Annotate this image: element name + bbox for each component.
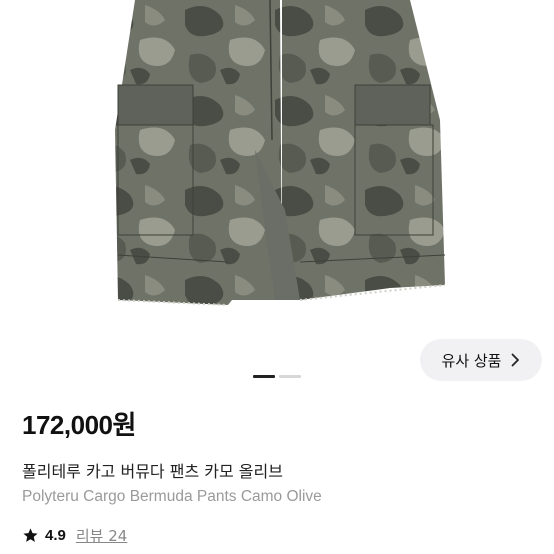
- rating-value: 4.9: [45, 527, 66, 544]
- product-price: 172,000원: [22, 410, 136, 440]
- similar-products-label: 유사 상품: [441, 351, 502, 370]
- gallery-dot[interactable]: [279, 375, 301, 378]
- shorts-illustration: [115, 0, 446, 306]
- gallery-dot-active[interactable]: [253, 375, 275, 378]
- rating-row: 4.9 리뷰 24: [22, 525, 127, 546]
- gallery-pagination: [0, 375, 554, 379]
- product-name-korean: 폴리테루 카고 버뮤다 팬츠 카모 올리브: [22, 462, 283, 481]
- star-icon: [22, 527, 39, 544]
- product-image[interactable]: [0, 0, 554, 330]
- chevron-right-icon: [511, 353, 520, 367]
- product-name-english: Polyteru Cargo Bermuda Pants Camo Olive: [22, 488, 322, 505]
- review-count-link[interactable]: 리뷰 24: [76, 525, 127, 546]
